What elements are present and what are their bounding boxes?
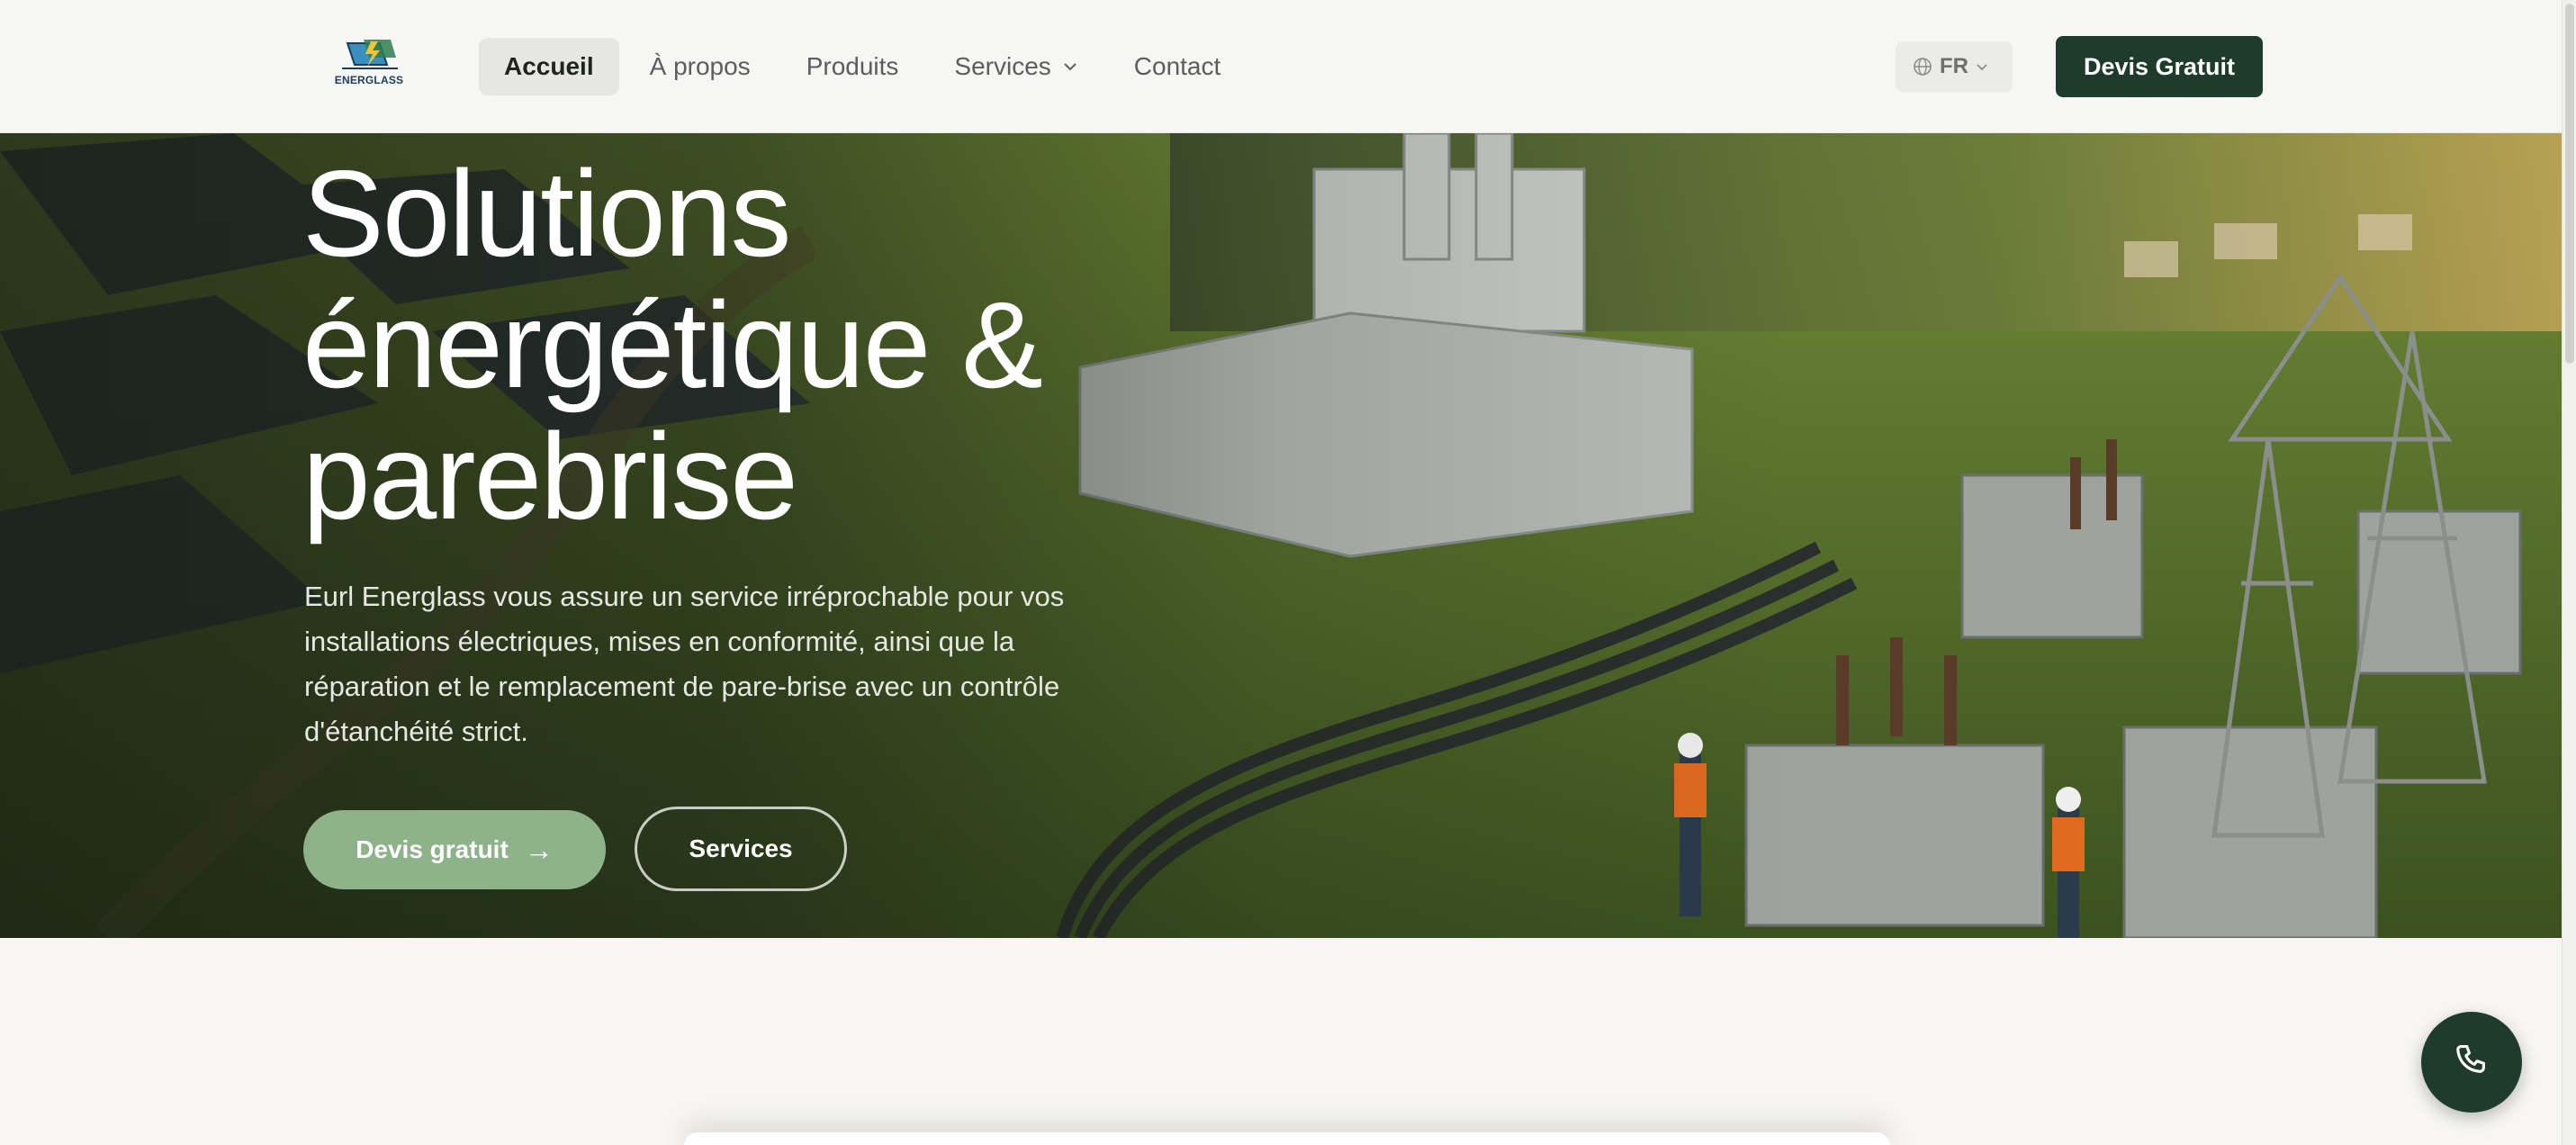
phone-icon (2456, 1045, 2485, 1073)
hero-services-button[interactable]: Services (635, 807, 847, 891)
language-selector[interactable]: FR (1896, 41, 2013, 92)
hero-quote-button[interactable]: Devis gratuit → (303, 810, 606, 889)
content-card-top-edge (684, 1132, 1890, 1145)
nav-accueil[interactable]: Accueil (479, 38, 619, 95)
hero-title-line-2: énergétique & (302, 276, 1043, 413)
chevron-down-icon (1064, 63, 1076, 71)
language-code: FR (1940, 54, 1968, 78)
page-scrollbar[interactable] (2562, 0, 2576, 1145)
scrollbar-thumb[interactable] (2565, 4, 2574, 364)
globe-icon (1914, 58, 1932, 76)
hero-quote-label: Devis gratuit (356, 835, 509, 863)
hero-title-line-3: parebrise (302, 408, 798, 545)
hero-description: Eurl Energlass vous assure un service ir… (304, 581, 1065, 747)
nav-services[interactable]: Services (929, 38, 1103, 95)
nav-services-label: Services (954, 52, 1051, 80)
call-button[interactable] (2421, 1012, 2522, 1113)
arrow-right-icon: → (524, 833, 554, 866)
site-header: ENERGLASS Accueil À propos Produits Serv… (0, 0, 2562, 133)
nav-a-propos[interactable]: À propos (625, 38, 776, 95)
nav-contact[interactable]: Contact (1109, 38, 1247, 95)
hero-title-line-1: Solutions (302, 145, 791, 282)
nav-produits[interactable]: Produits (781, 38, 924, 95)
main-nav: Accueil À propos Produits Services Conta… (479, 38, 1251, 95)
logo-wordmark: ENERGLASS (334, 74, 404, 86)
header-quote-button[interactable]: Devis Gratuit (2056, 36, 2263, 97)
hero-section: Solutions énergétique & parebrise Eurl E… (0, 133, 2562, 938)
energlass-logo[interactable]: ENERGLASS (328, 38, 410, 95)
chevron-down-icon (1977, 64, 1987, 71)
hero-title: Solutions énergétique & parebrise (302, 148, 1112, 542)
